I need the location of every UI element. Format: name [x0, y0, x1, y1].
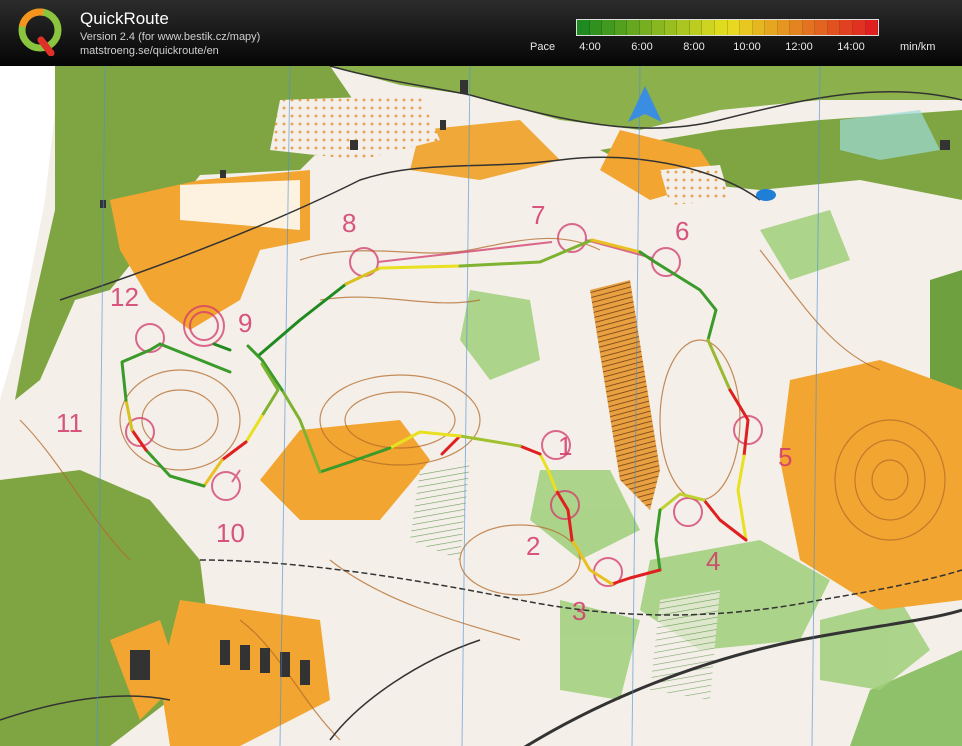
control-number: 1 [558, 431, 572, 461]
version-text: Version 2.4 (for www.bestik.cz/mapy) [80, 31, 261, 43]
pace-tick: 8:00 [683, 41, 705, 53]
pace-scale-cell [840, 20, 854, 35]
pond [756, 189, 776, 201]
control-number: 9 [238, 308, 252, 338]
control-number: 12 [110, 282, 139, 312]
app-title: QuickRoute [80, 9, 169, 28]
pace-unit-label: min/km [900, 41, 936, 53]
pace-scale-cell [752, 20, 766, 35]
pace-tick: 6:00 [631, 41, 653, 53]
pace-scale-cell [602, 20, 615, 35]
control-number: 6 [675, 216, 689, 246]
quickroute-logo-icon [18, 8, 62, 56]
pace-scale-cell [727, 20, 741, 35]
pace-scale-cell [715, 20, 728, 35]
control-number: 2 [526, 531, 540, 561]
route-segment [378, 264, 462, 270]
pace-scale-cell [664, 20, 678, 35]
pace-scale-cell [627, 20, 640, 35]
pace-scale-cell [652, 20, 665, 35]
pace-scale-cell [765, 20, 778, 35]
pace-tick: 10:00 [733, 41, 761, 53]
website-text: matstroeng.se/quickroute/en [80, 45, 219, 57]
app-header: QuickRoute Version 2.4 (for www.bestik.c… [0, 0, 962, 66]
pace-scale-cell [614, 20, 628, 35]
control-number: 5 [778, 442, 792, 472]
pace-scale-cell [740, 20, 753, 35]
control-number: 11 [56, 408, 83, 438]
pace-scale-cell [577, 20, 590, 35]
pace-scale-cell [589, 20, 603, 35]
pace-scale-cell [815, 20, 828, 35]
pace-tick: 12:00 [785, 41, 813, 53]
pace-color-scale [576, 19, 879, 36]
pace-scale-cell [853, 20, 866, 35]
pace-tick: 14:00 [837, 41, 865, 53]
pace-tick: 4:00 [579, 41, 601, 53]
pace-scale-cell [702, 20, 716, 35]
control-number: 7 [531, 200, 545, 230]
marsh-area [650, 590, 720, 700]
orienteering-map[interactable]: 1 2 3 4 5 6 7 8 9 10 11 12 [0, 66, 962, 746]
pace-scale-cell [777, 20, 791, 35]
control-number: 10 [216, 518, 245, 548]
pace-scale-cell [802, 20, 816, 35]
pace-scale-cell [827, 20, 841, 35]
pace-scale-cell [639, 20, 653, 35]
pace-scale-cell [865, 20, 879, 35]
pace-scale-cell [677, 20, 690, 35]
pace-scale-cell [790, 20, 803, 35]
pace-scale-cell [689, 20, 703, 35]
control-number: 3 [572, 596, 586, 626]
control-number: 4 [706, 546, 720, 576]
pace-label: Pace [530, 41, 556, 53]
control-number: 8 [342, 208, 356, 238]
